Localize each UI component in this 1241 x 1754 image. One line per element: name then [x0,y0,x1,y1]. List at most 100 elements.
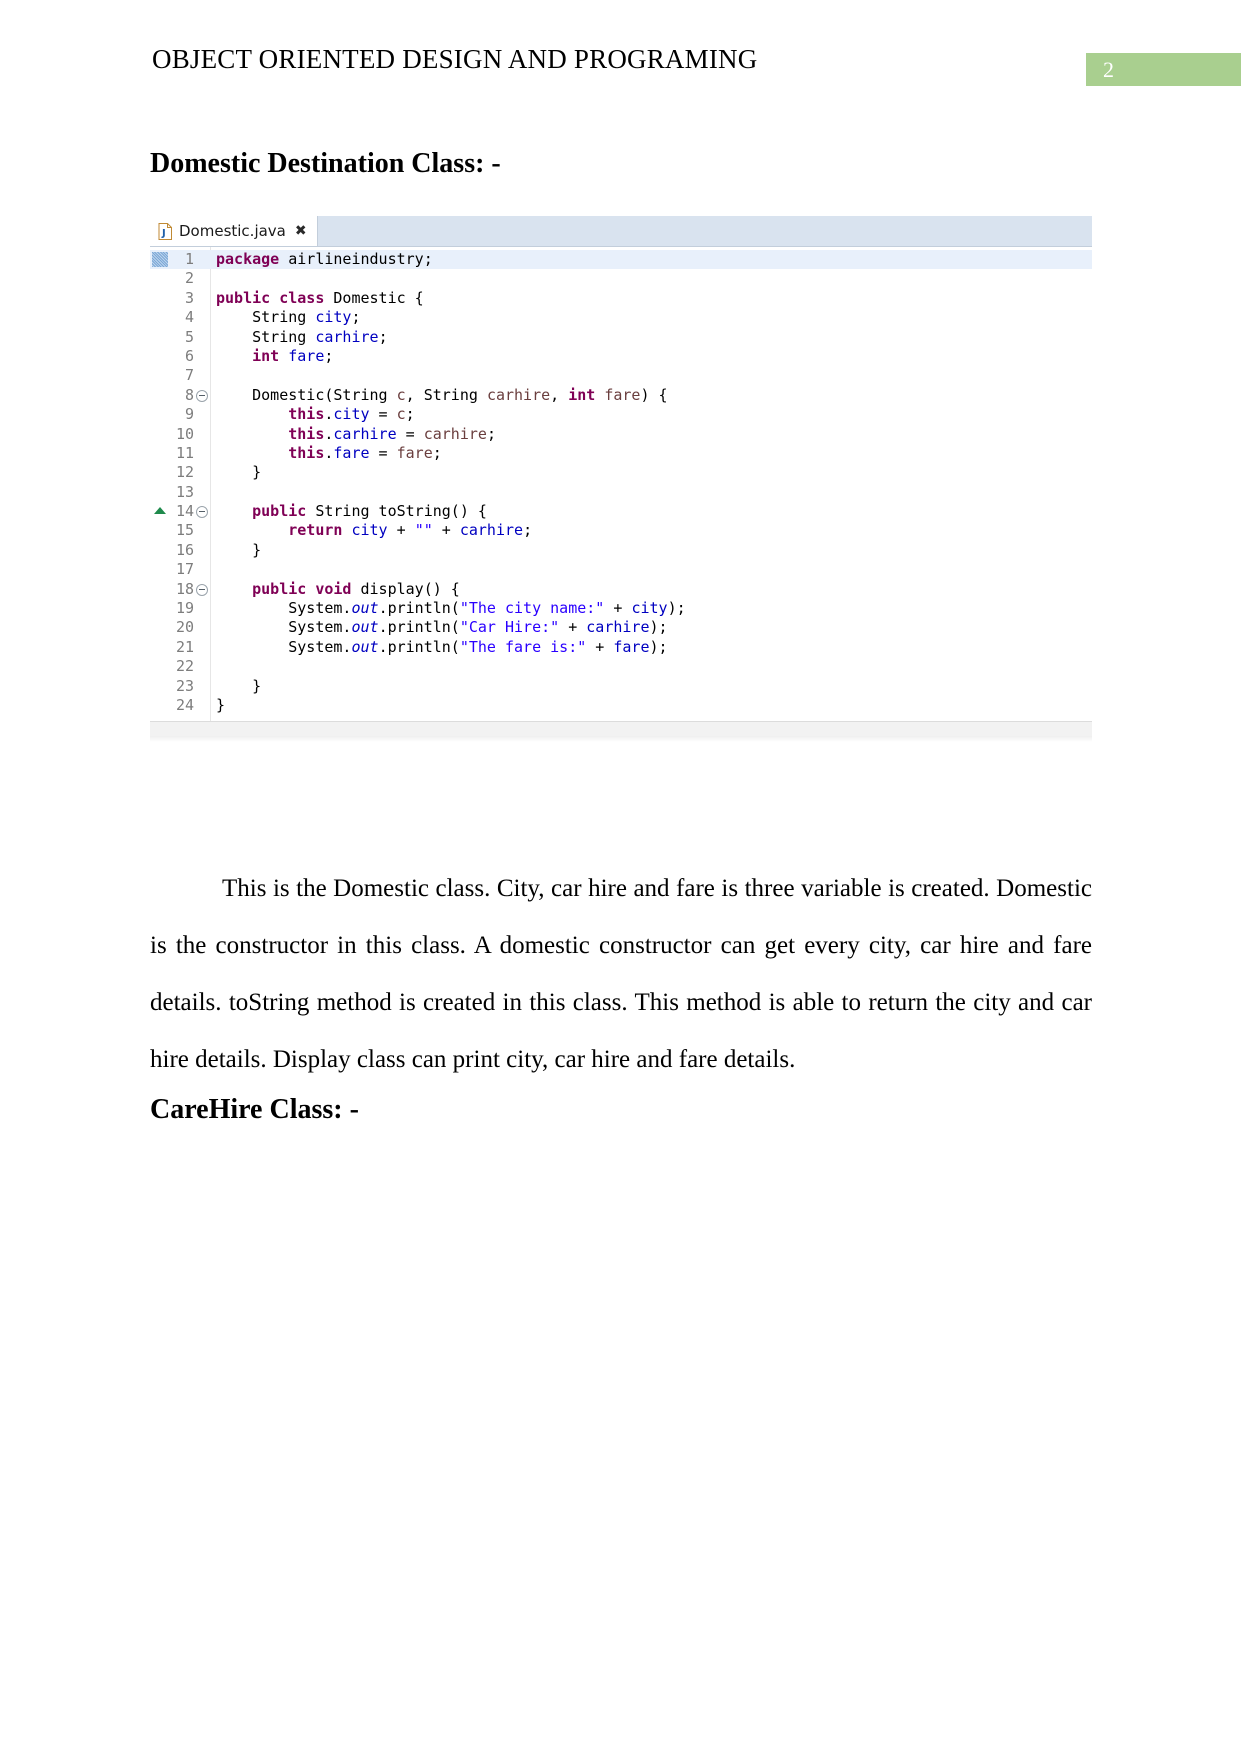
code-text: public class Domestic { [216,289,424,308]
code-line[interactable]: 13 [150,483,1092,502]
code-token: fare [604,385,641,404]
code-token: + [432,521,460,540]
code-text: System.out.println("Car Hire:" + carhire… [216,618,668,637]
code-token: city [631,599,668,618]
code-token: ); [667,599,686,618]
body-paragraph: This is the Domestic class. City, car hi… [150,875,1092,1073]
code-token: carhire [459,521,524,540]
code-text: System.out.println("The fare is:" + fare… [216,637,667,657]
code-token: int [568,385,596,404]
code-text: this.city = c; [216,405,414,424]
code-line[interactable]: 10 this.carhire = carhire; [150,425,1092,444]
code-token: out [351,618,379,637]
code-token: .println( [378,618,460,637]
code-line[interactable]: 24} [150,696,1092,715]
editor-horizontal-scrollbar[interactable] [150,721,1092,737]
code-token: "" [414,521,433,540]
code-token: + [559,618,587,637]
line-number: 3 [184,288,194,307]
code-token: "Car Hire:" [459,618,560,637]
code-line[interactable]: 14 public String toString() { [150,502,1092,521]
code-text: } [216,463,261,482]
code-token: c [396,405,406,424]
code-line[interactable]: 18 public void display() { [150,580,1092,599]
code-token: c [396,385,406,404]
code-token: fare [396,443,433,462]
code-token: ; [432,443,442,462]
code-line[interactable]: 3 public class Domestic { [150,289,1092,308]
code-line[interactable]: 9 this.city = c; [150,405,1092,424]
code-fold-collapse-icon[interactable] [196,389,208,402]
code-line[interactable]: 1 package airlineindustry; [150,250,1092,270]
code-token: carhire [486,385,551,404]
line-number: 2 [184,269,194,288]
code-line[interactable]: 16 } [150,541,1092,560]
editor-tab-bar: J Domestic.java ✖ [150,216,1092,247]
code-line[interactable]: 19 System.out.println("The city name:" +… [150,599,1092,618]
code-text: package airlineindustry; [216,250,433,269]
code-token: } [216,463,262,482]
code-line[interactable]: 11 this.fare = fare; [150,444,1092,463]
line-number: 22 [175,657,194,676]
code-token: fare [288,346,325,365]
code-token: out [351,637,379,656]
code-line[interactable]: 17 [150,560,1092,579]
code-token: , [550,385,569,404]
code-line[interactable]: 4 String city; [150,308,1092,327]
section-heading-carehire: CareHire Class: - [150,1094,359,1125]
code-token: int [252,346,280,365]
code-area[interactable]: 1 package airlineindustry; 2 3 public class … [150,247,1092,722]
code-token: city [333,405,370,424]
code-token: fare [613,637,650,656]
code-line[interactable]: 6 int fare; [150,347,1092,366]
line-number: 4 [184,308,194,327]
code-text: Domestic(String c, String carhire, int f… [216,385,667,405]
code-line[interactable]: 23 } [150,677,1092,696]
code-token: ; [351,308,361,327]
code-token: carhire [586,618,650,637]
code-token: package [216,250,280,268]
code-line[interactable]: 5 String carhire; [150,328,1092,347]
code-line[interactable]: 22 [150,657,1092,676]
code-token: return [288,521,343,540]
line-number: 15 [175,521,194,540]
line-number: 7 [184,366,194,385]
code-line[interactable]: 12 } [150,463,1092,482]
line-number: 10 [175,424,194,443]
code-token: String [216,308,316,327]
code-token: carhire [423,424,487,443]
code-line[interactable]: 7 [150,366,1092,385]
code-token: city [315,308,352,327]
code-token: ); [649,618,668,637]
code-token: this [288,405,325,424]
line-number: 24 [175,695,194,714]
code-fold-collapse-icon[interactable] [196,583,208,596]
code-line[interactable]: 20 System.out.println("Car Hire:" + carh… [150,618,1092,637]
code-token: Domestic { [324,288,424,307]
code-line[interactable]: 8 Domestic(String c, String carhire, int… [150,386,1092,405]
code-text: return city + "" + carhire; [216,521,532,540]
close-icon[interactable]: ✖ [295,224,307,238]
header-title: OBJECT ORIENTED DESIGN AND PROGRAMING [152,44,758,74]
code-text: public void display() { [216,580,460,599]
line-number: 1 [184,250,194,268]
code-token: + [586,637,614,656]
code-fold-collapse-icon[interactable] [196,506,208,519]
editor-tab-label: Domestic.java [179,222,286,240]
line-number: 16 [175,540,194,559]
code-text: public String toString() { [216,502,487,521]
code-token: .println( [378,637,460,656]
code-line[interactable]: 21 System.out.println("The fare is:" + f… [150,638,1092,657]
code-line[interactable]: 15 return city + "" + carhire; [150,521,1092,540]
code-line[interactable]: 2 [150,269,1092,288]
code-text: String city; [216,308,361,327]
editor-tab-domestic-java[interactable]: J Domestic.java ✖ [150,216,318,246]
